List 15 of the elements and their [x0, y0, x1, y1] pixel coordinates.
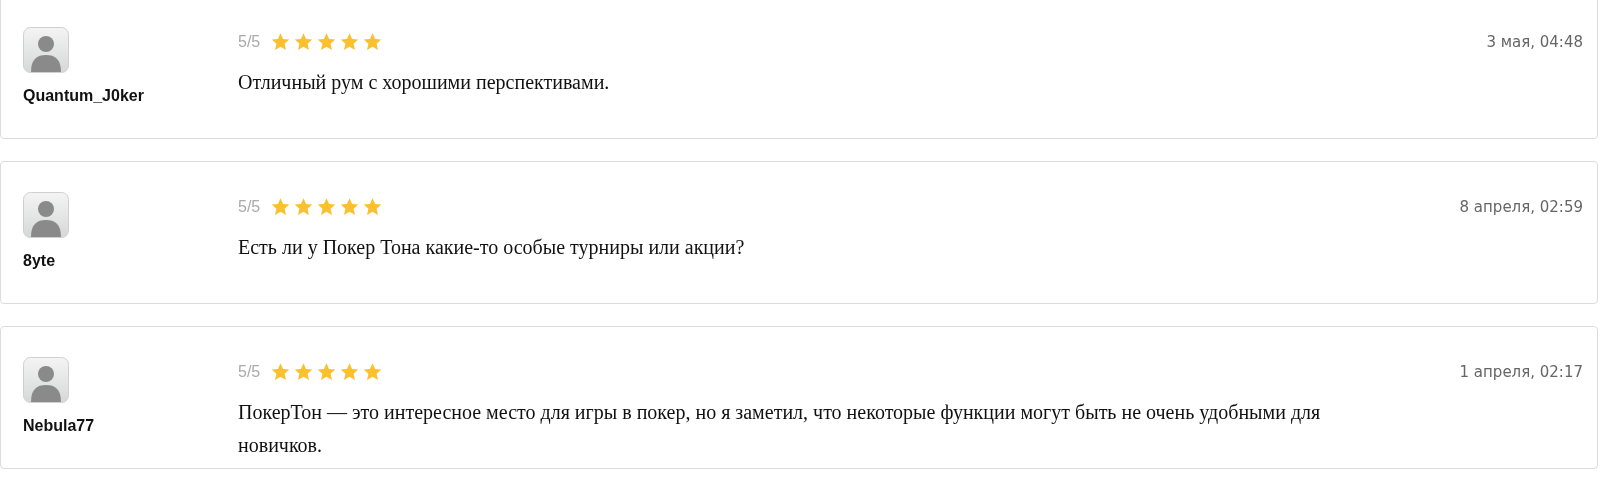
review-text: Есть ли у Покер Тона какие-то особые турниры или акции?	[238, 235, 746, 261]
avatar-icon	[23, 27, 69, 73]
rating-score: 5/5	[238, 198, 261, 216]
review-date: 3 мая, 04:48	[1486, 32, 1583, 53]
author-name: Quantum_J0ker	[23, 87, 144, 105]
review-date: 8 апреля, 02:59	[1459, 197, 1583, 218]
rating-score: 5/5	[238, 363, 261, 381]
avatar-icon	[23, 357, 69, 403]
review-text: ПокерТон — это интересное место для игры в покер, но я заметил, что некоторые функции могут быть не очень удобными для новичков.	[238, 400, 1322, 458]
rating-score: 5/5	[238, 33, 261, 51]
review-date: 1 апреля, 02:17	[1459, 362, 1583, 383]
avatar-icon	[23, 192, 69, 238]
review-text: Отличный рум с хорошими перспективами.	[238, 70, 611, 96]
author-name: 8yte	[23, 252, 56, 270]
author-name: Nebula77	[23, 417, 95, 435]
